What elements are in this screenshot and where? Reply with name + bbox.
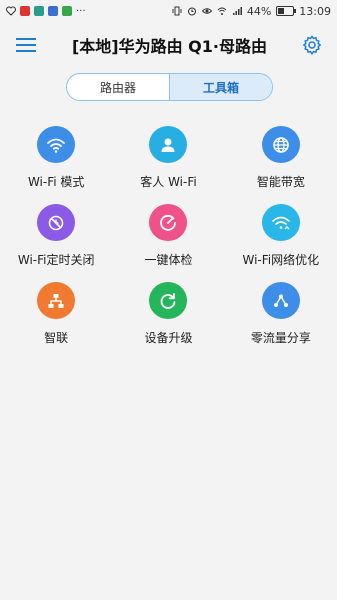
signal-icon [232,7,242,15]
tool-label: 一键体检 [144,253,193,267]
tool-one-click-check[interactable]: 一键体检 [112,204,224,268]
heart-icon [6,6,16,16]
tool-label: 智联 [44,331,69,345]
wifi-optimize-icon [261,204,300,241]
battery-icon [276,6,297,16]
tool-smart-link[interactable]: 智联 [0,282,112,346]
gear-icon[interactable] [301,34,323,56]
network-icon [37,282,76,319]
tool-device-upgrade[interactable]: 设备升级 [112,282,224,346]
share-icon [261,282,300,319]
app-notification-icon [34,6,44,16]
tool-guest-wifi[interactable]: 客人 Wi-Fi [112,126,224,190]
tab-switcher: 路由器 工具箱 [66,73,273,101]
guest-user-icon [149,126,188,163]
tab-router[interactable]: 路由器 [67,74,169,100]
tool-wifi-timer-off[interactable]: Wi-Fi定时关闭 [0,204,112,268]
tool-wifi-mode[interactable]: Wi-Fi 模式 [0,126,112,190]
globe-icon [261,126,300,163]
tool-zero-data-share[interactable]: 零流量分享 [225,282,337,346]
eye-icon [201,8,212,14]
more-notifications-icon: ··· [76,5,86,17]
app-notification-icon [20,6,30,16]
alarm-icon [187,7,196,16]
tool-label: 零流量分享 [250,331,311,345]
wifi-status-icon [217,7,227,15]
app-notification-icon [48,6,58,16]
tool-label: 智能带宽 [256,175,305,189]
tab-toolbox[interactable]: 工具箱 [169,74,272,100]
page-title: [本地]华为路由 Q1·母路由 [71,37,267,56]
clock: 13:09 [299,4,331,18]
wifi-icon [37,126,76,163]
notification-icons: ··· [0,6,86,17]
tool-grid: Wi-Fi 模式 客人 Wi-Fi 智能带宽 Wi-Fi定时关闭 一键体检 Wi… [0,126,337,346]
tool-smart-bandwidth[interactable]: 智能带宽 [225,126,337,190]
tool-label: 客人 Wi-Fi [140,175,197,189]
menu-icon[interactable] [16,37,38,53]
tool-label: Wi-Fi 模式 [27,175,85,189]
refresh-icon [149,282,188,319]
tool-label: Wi-Fi网络优化 [242,253,320,267]
gauge-icon [149,204,188,241]
app-header: [本地]华为路由 Q1·母路由 [0,22,337,68]
vibrate-icon [172,6,182,16]
battery-percent: 44% [246,4,272,18]
tool-label: 设备升级 [144,331,193,345]
app-notification-icon [62,6,72,16]
tool-label: Wi-Fi定时关闭 [17,253,95,267]
tool-wifi-optimize[interactable]: Wi-Fi网络优化 [225,204,337,268]
status-bar: ··· 44% 13:09 [0,0,337,22]
wifi-timer-icon [37,204,76,241]
